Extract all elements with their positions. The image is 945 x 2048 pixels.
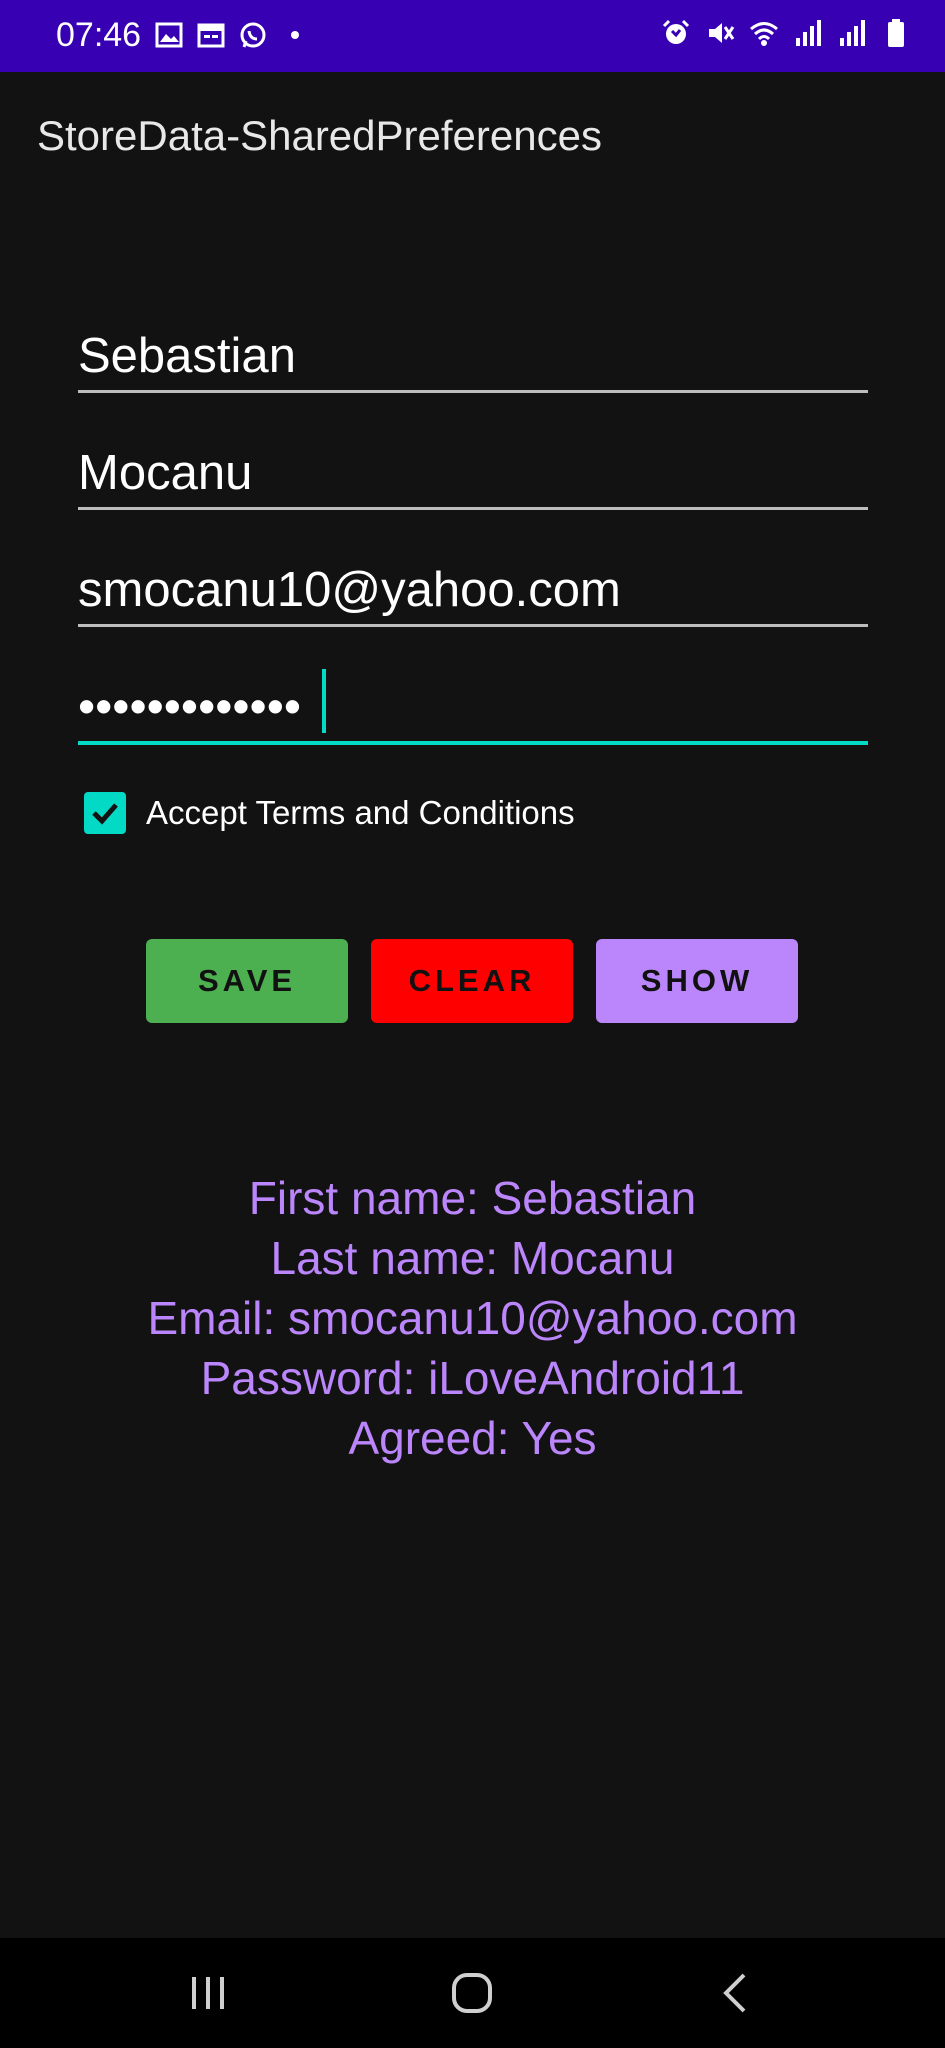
last-name-input[interactable] <box>78 445 868 501</box>
dot-icon <box>280 20 310 50</box>
terms-checkbox[interactable] <box>84 792 126 834</box>
wifi-icon <box>749 18 779 48</box>
signal-icon <box>837 18 867 48</box>
mute-icon <box>705 18 735 48</box>
alarm-icon <box>661 18 691 48</box>
result-text: First name: Sebastian Last name: Mocanu … <box>0 1168 945 1468</box>
battery-icon <box>881 18 911 48</box>
signal-icon <box>793 18 823 48</box>
password-field[interactable] <box>78 651 868 745</box>
show-button[interactable]: SHOW <box>596 939 798 1023</box>
result-agreed: Agreed: Yes <box>348 1412 597 1464</box>
whatsapp-icon <box>238 20 268 50</box>
save-button[interactable]: SAVE <box>146 939 348 1023</box>
clear-button[interactable]: CLEAR <box>371 939 573 1023</box>
calendar-icon <box>196 20 226 50</box>
terms-label: Accept Terms and Conditions <box>146 794 575 831</box>
recents-icon[interactable] <box>178 1968 238 2018</box>
image-icon <box>154 20 184 50</box>
result-password: Password: iLoveAndroid11 <box>200 1352 745 1404</box>
result-last-name: Last name: Mocanu <box>270 1232 675 1284</box>
email-field[interactable] <box>78 534 868 627</box>
navigation-bar <box>0 1938 945 2048</box>
checkmark-icon <box>92 803 118 825</box>
result-email: Email: smocanu10@yahoo.com <box>147 1292 798 1344</box>
last-name-field[interactable] <box>78 417 868 510</box>
first-name-field[interactable] <box>78 300 868 393</box>
status-time: 07:46 <box>56 16 142 54</box>
status-bar: 07:46 <box>0 0 945 72</box>
terms-checkbox-row[interactable]: Accept Terms and Conditions <box>84 792 575 834</box>
app-bar: StoreData-SharedPreferences <box>0 72 945 208</box>
email-input[interactable] <box>78 562 868 618</box>
result-first-name: First name: Sebastian <box>248 1172 697 1224</box>
first-name-input[interactable] <box>78 328 868 384</box>
back-icon[interactable] <box>706 1968 766 2018</box>
text-cursor <box>322 669 326 733</box>
password-input[interactable] <box>78 679 868 735</box>
app-title: StoreData-SharedPreferences <box>37 112 602 159</box>
home-icon[interactable] <box>442 1968 502 2018</box>
